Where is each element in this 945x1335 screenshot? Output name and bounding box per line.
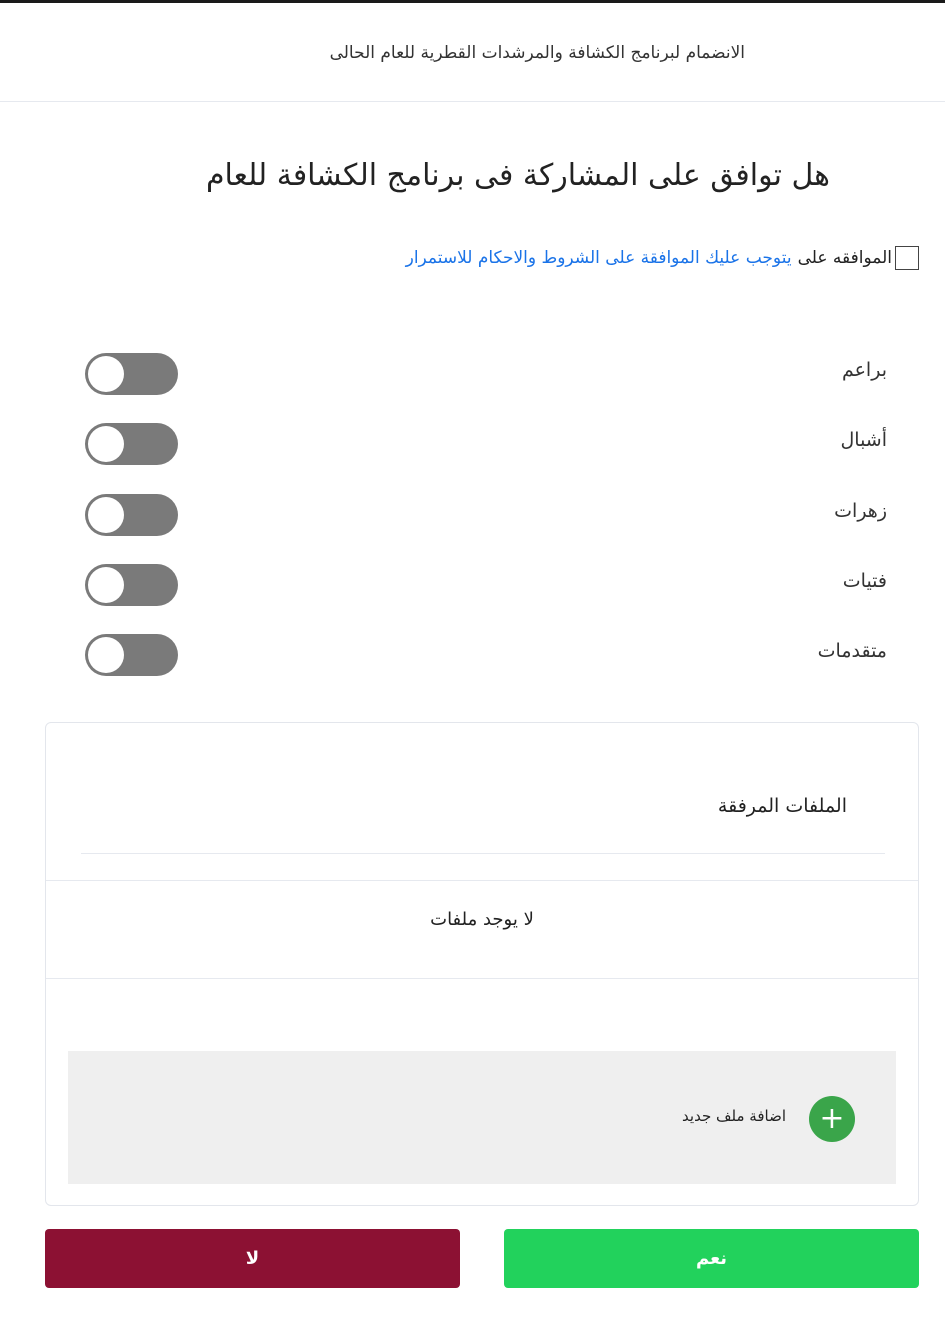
participation-question: هل توافق على المشاركة فى برنامج الكشافة … — [205, 158, 830, 193]
add-file-label[interactable]: اضافة ملف جديد — [682, 1107, 786, 1125]
toggle-knob — [88, 356, 124, 392]
modal-title: الانضمام لبرنامج الكشافة والمرشدات القطر… — [329, 43, 745, 63]
divider — [46, 978, 918, 979]
toggle-label: أشبال — [840, 429, 887, 451]
yes-button[interactable]: نعم — [504, 1229, 919, 1288]
toggle-switch-mutaqadimat[interactable] — [85, 634, 178, 676]
attachments-title: الملفات المرفقة — [717, 795, 847, 817]
toggle-knob — [88, 426, 124, 462]
toggle-row-baraem: براعم — [0, 353, 945, 397]
toggle-row-fatayat: فتيات — [0, 564, 945, 608]
toggle-label: براعم — [841, 359, 887, 381]
toggle-switch-zahrat[interactable] — [85, 494, 178, 536]
toggle-row-ashbal: أشبال — [0, 423, 945, 467]
divider — [46, 880, 918, 881]
agreement-row: الموافقه على يتوجب عليك الموافقة على الش… — [406, 246, 919, 270]
toggle-switch-ashbal[interactable] — [85, 423, 178, 465]
toggle-knob — [88, 637, 124, 673]
terms-link[interactable]: يتوجب عليك الموافقة على الشروط والاحكام … — [406, 248, 792, 268]
plus-icon[interactable]: + — [809, 1096, 855, 1142]
toggle-switch-baraem[interactable] — [85, 353, 178, 395]
modal-header: الانضمام لبرنامج الكشافة والمرشدات القطر… — [0, 3, 945, 102]
divider — [81, 853, 885, 854]
no-button[interactable]: لا — [45, 1229, 460, 1288]
toggle-row-mutaqadimat: متقدمات — [0, 634, 945, 678]
attachments-card: الملفات المرفقة لا يوجد ملفات + اضافة مل… — [45, 722, 919, 1206]
toggle-knob — [88, 567, 124, 603]
toggle-label: فتيات — [842, 570, 887, 592]
toggle-label: زهرات — [834, 500, 887, 522]
add-file-area: + اضافة ملف جديد — [68, 1051, 896, 1184]
toggle-label: متقدمات — [817, 640, 887, 662]
toggle-row-zahrat: زهرات — [0, 494, 945, 538]
empty-files-message: لا يوجد ملفات — [430, 909, 534, 930]
agreement-label: الموافقه على — [797, 248, 892, 268]
toggle-knob — [88, 497, 124, 533]
agreement-checkbox[interactable] — [895, 246, 919, 270]
toggle-switch-fatayat[interactable] — [85, 564, 178, 606]
